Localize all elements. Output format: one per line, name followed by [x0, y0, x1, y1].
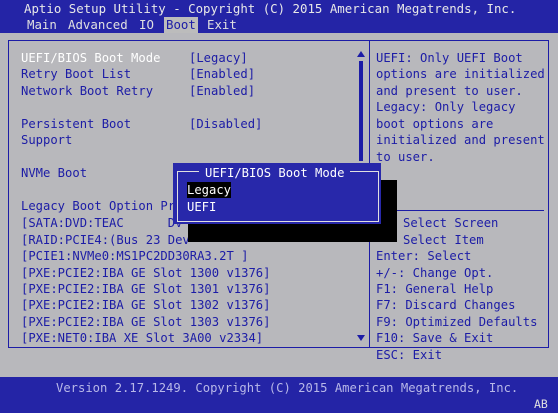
setting-persistent-boot-label[interactable]: Persistent Boot	[21, 116, 131, 132]
legacy-option[interactable]: [PCIE1:NVMe0:MS1PC2DD30RA3.2T ]	[21, 248, 248, 264]
setting-nvme-boot-label[interactable]: NVMe Boot	[21, 165, 87, 181]
key-hint: +/-: Change Opt.	[376, 266, 494, 280]
help-line: boot options are	[376, 117, 494, 131]
help-line: initialized and present	[376, 133, 545, 147]
help-line: Legacy: Only legacy	[376, 100, 516, 114]
setting-retry-boot-label[interactable]: Retry Boot List	[21, 66, 131, 82]
tab-exit[interactable]: Exit	[205, 17, 239, 33]
key-hint: ESC: Exit	[376, 348, 443, 362]
setting-persistent-boot-label2[interactable]: Support	[21, 132, 72, 148]
setting-boot-mode-label[interactable]: UEFI/BIOS Boot Mode	[21, 50, 160, 66]
scroll-down-arrow-icon	[357, 335, 365, 341]
legacy-option[interactable]: [PXE:PCIE2:IBA GE Slot 1303 v1376]	[21, 314, 270, 330]
help-line: options are initialized	[376, 67, 545, 81]
setting-persistent-boot-value[interactable]: [Disabled]	[189, 116, 262, 132]
corner-badge: AB	[534, 397, 548, 411]
version-text: Version 2.17.1249. Copyright (C) 2015 Am…	[56, 381, 519, 395]
app-title: Aptio Setup Utility - Copyright (C) 2015…	[24, 1, 517, 16]
help-line: UEFI: Only UEFI Boot	[376, 51, 523, 65]
key-hint: F1: General Help	[376, 282, 494, 296]
popup-option-legacy[interactable]: Legacy	[187, 182, 232, 198]
setting-retry-boot-value[interactable]: [Enabled]	[189, 66, 255, 82]
legacy-option[interactable]: [PXE:PCIE2:IBA GE Slot 1302 v1376]	[21, 297, 270, 313]
scroll-thumb	[359, 61, 363, 161]
key-hint: F7: Discard Changes	[376, 298, 516, 312]
legacy-option[interactable]: [RAID:PCIE4:(Bus 23 Dev	[21, 232, 190, 248]
key-hint: Select Item	[403, 233, 484, 247]
key-hint: Select Screen	[403, 216, 499, 230]
tab-io[interactable]: IO	[137, 17, 156, 33]
popup-option-uefi[interactable]: UEFI	[187, 199, 216, 215]
legacy-section-title: Legacy Boot Option Pri	[21, 199, 183, 213]
setting-boot-mode-value[interactable]: [Legacy]	[189, 50, 248, 66]
key-hint: Enter: Select	[376, 249, 472, 263]
popup-title: UEFI/BIOS Boot Mode	[199, 165, 351, 181]
scroll-up-arrow-icon	[357, 51, 365, 57]
setting-network-retry-value[interactable]: [Enabled]	[189, 83, 255, 99]
tab-advanced[interactable]: Advanced	[66, 17, 130, 33]
help-line: to user.	[376, 150, 435, 164]
tab-main[interactable]: Main	[25, 17, 59, 33]
key-hint: F10: Save & Exit	[376, 331, 494, 345]
tab-boot[interactable]: Boot	[164, 17, 198, 33]
legacy-option[interactable]: [PXE:PCIE2:IBA GE Slot 1300 v1376]	[21, 265, 270, 281]
legacy-option[interactable]: [PXE:NET0:IBA XE Slot 3A00 v2334]	[21, 330, 263, 346]
help-divider	[372, 210, 544, 211]
legacy-option[interactable]: [SATA:DVD:TEAC DV-W	[21, 215, 197, 231]
setting-network-retry-label[interactable]: Network Boot Retry	[21, 83, 153, 99]
key-hint: F9: Optimized Defaults	[376, 315, 538, 329]
legacy-option[interactable]: [PXE:PCIE2:IBA GE Slot 1301 v1376]	[21, 281, 270, 297]
help-line: and present to user.	[376, 84, 523, 98]
